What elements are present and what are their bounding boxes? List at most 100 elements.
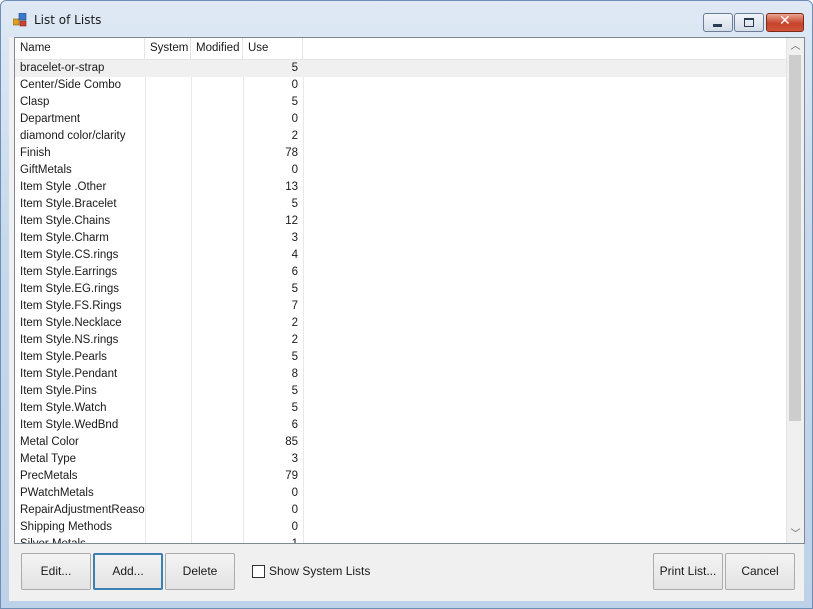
- list-item-name: Item Style.Charm: [20, 232, 109, 244]
- list-item-name: Metal Type: [20, 453, 77, 465]
- list-item-use-count: 79: [285, 470, 298, 482]
- list-item[interactable]: bracelet-or-strap 5: [15, 60, 787, 77]
- list-item[interactable]: Item Style.Charm 3: [15, 230, 787, 247]
- title-bar[interactable]: List of Lists ✕: [1, 1, 812, 37]
- list-item-use-count: 78: [285, 147, 298, 159]
- list-item-use-count: 0: [291, 521, 298, 533]
- minimize-icon: [713, 24, 722, 27]
- list-of-lists-window: List of Lists ✕ Name System Modified Use…: [0, 0, 813, 609]
- list-item[interactable]: Item Style.Watch 5: [15, 400, 787, 417]
- list-item[interactable]: GiftMetals 0: [15, 162, 787, 179]
- list-item-name: bracelet-or-strap: [20, 62, 105, 74]
- list-item[interactable]: Finish 78: [15, 145, 787, 162]
- maximize-icon: [744, 18, 754, 27]
- scroll-up-icon[interactable]: ︿: [787, 38, 804, 55]
- list-item-use-count: 2: [291, 130, 298, 142]
- list-item-use-count: 1: [291, 538, 298, 544]
- list-item-use-count: 2: [291, 317, 298, 329]
- list-item[interactable]: Item Style.WedBnd 6: [15, 417, 787, 434]
- listview-header: Name System Modified Use Count: [15, 38, 787, 75]
- list-item-use-count: 5: [291, 198, 298, 210]
- print-list-button[interactable]: Print List...: [653, 553, 723, 590]
- list-item-use-count: 7: [291, 300, 298, 312]
- list-item-use-count: 5: [291, 283, 298, 295]
- vertical-scrollbar[interactable]: ︿ ﹀: [786, 38, 804, 543]
- list-item-name: Item Style.Pendant: [20, 368, 118, 380]
- list-item-name: Metal Color: [20, 436, 79, 448]
- column-header-use-count[interactable]: Use Count: [243, 38, 303, 75]
- list-item-name: RepairAdjustmentReason: [20, 504, 145, 516]
- add-button[interactable]: Add...: [93, 553, 163, 590]
- list-item-use-count: 0: [291, 79, 298, 91]
- maximize-button[interactable]: [734, 13, 764, 32]
- list-item[interactable]: Silver Metals 1: [15, 536, 787, 544]
- list-item[interactable]: Item Style.NS.rings 2: [15, 332, 787, 349]
- list-item[interactable]: Item Style.CS.rings 4: [15, 247, 787, 264]
- show-system-lists-label: Show System Lists: [269, 564, 371, 578]
- show-system-lists-checkbox[interactable]: [252, 565, 265, 578]
- list-item-use-count: 0: [291, 113, 298, 125]
- list-item-use-count: 13: [285, 181, 298, 193]
- list-item-name: Silver Metals: [20, 538, 86, 544]
- list-item-use-count: 3: [291, 453, 298, 465]
- list-item[interactable]: PWatchMetals 0: [15, 485, 787, 502]
- close-icon: ✕: [779, 13, 791, 29]
- lists-listview[interactable]: Name System Modified Use Count bracelet-…: [14, 37, 805, 544]
- list-item[interactable]: RepairAdjustmentReason 0: [15, 502, 787, 519]
- list-item-name: Item Style.Watch: [20, 402, 107, 414]
- list-item-use-count: 5: [291, 62, 298, 74]
- list-item-name: Item Style.Necklace: [20, 317, 122, 329]
- list-item[interactable]: Center/Side Combo 0: [15, 77, 787, 94]
- list-item-name: Clasp: [20, 96, 50, 108]
- list-item-use-count: 8: [291, 368, 298, 380]
- window-title: List of Lists: [34, 13, 102, 27]
- list-item[interactable]: Metal Color 85: [15, 434, 787, 451]
- list-item[interactable]: Item Style.Chains 12: [15, 213, 787, 230]
- list-item-use-count: 12: [285, 215, 298, 227]
- list-item[interactable]: Shipping Methods 0: [15, 519, 787, 536]
- list-item[interactable]: Clasp 5: [15, 94, 787, 111]
- list-item[interactable]: PrecMetals 79: [15, 468, 787, 485]
- column-header-system[interactable]: System: [145, 38, 191, 59]
- list-item-use-count: 4: [291, 249, 298, 261]
- list-item-name: Item Style.Pins: [20, 385, 97, 397]
- scroll-down-icon[interactable]: ﹀: [787, 526, 804, 543]
- cancel-button[interactable]: Cancel: [725, 553, 795, 590]
- list-item-name: PWatchMetals: [20, 487, 94, 499]
- list-item[interactable]: Metal Type 3: [15, 451, 787, 468]
- list-item[interactable]: Item Style .Other 13: [15, 179, 787, 196]
- list-item-name: Item Style.WedBnd: [20, 419, 119, 431]
- list-item[interactable]: diamond color/clarity 2: [15, 128, 787, 145]
- list-icon: [13, 13, 27, 27]
- delete-button[interactable]: Delete: [165, 553, 235, 590]
- list-item-name: Finish: [20, 147, 51, 159]
- list-item-use-count: 6: [291, 266, 298, 278]
- list-item-name: Center/Side Combo: [20, 79, 121, 91]
- list-item-use-count: 5: [291, 402, 298, 414]
- list-item[interactable]: Item Style.FS.Rings 7: [15, 298, 787, 315]
- list-item[interactable]: Item Style.Earrings 6: [15, 264, 787, 281]
- column-header-name[interactable]: Name: [15, 38, 145, 59]
- list-item-name: GiftMetals: [20, 164, 72, 176]
- list-item-name: Item Style.Bracelet: [20, 198, 117, 210]
- list-item[interactable]: Item Style.Pendant 8: [15, 366, 787, 383]
- list-item-name: Item Style.CS.rings: [20, 249, 119, 261]
- list-item-name: Item Style.FS.Rings: [20, 300, 122, 312]
- list-item[interactable]: Item Style.Necklace 2: [15, 315, 787, 332]
- scrollbar-thumb[interactable]: [789, 55, 801, 421]
- column-header-modified[interactable]: Modified: [191, 38, 243, 59]
- close-button[interactable]: ✕: [766, 13, 804, 32]
- list-item[interactable]: Item Style.Pearls 5: [15, 349, 787, 366]
- list-item-name: Item Style.Chains: [20, 215, 111, 227]
- list-item-use-count: 0: [291, 504, 298, 516]
- list-item-name: Item Style.EG.rings: [20, 283, 120, 295]
- list-item[interactable]: Item Style.Pins 5: [15, 383, 787, 400]
- list-item-name: Shipping Methods: [20, 521, 113, 533]
- list-item[interactable]: Department 0: [15, 111, 787, 128]
- list-item[interactable]: Item Style.EG.rings 5: [15, 281, 787, 298]
- minimize-button[interactable]: [703, 13, 733, 32]
- list-item-use-count: 0: [291, 487, 298, 499]
- list-item-use-count: 5: [291, 96, 298, 108]
- edit-button[interactable]: Edit...: [21, 553, 91, 590]
- list-item[interactable]: Item Style.Bracelet 5: [15, 196, 787, 213]
